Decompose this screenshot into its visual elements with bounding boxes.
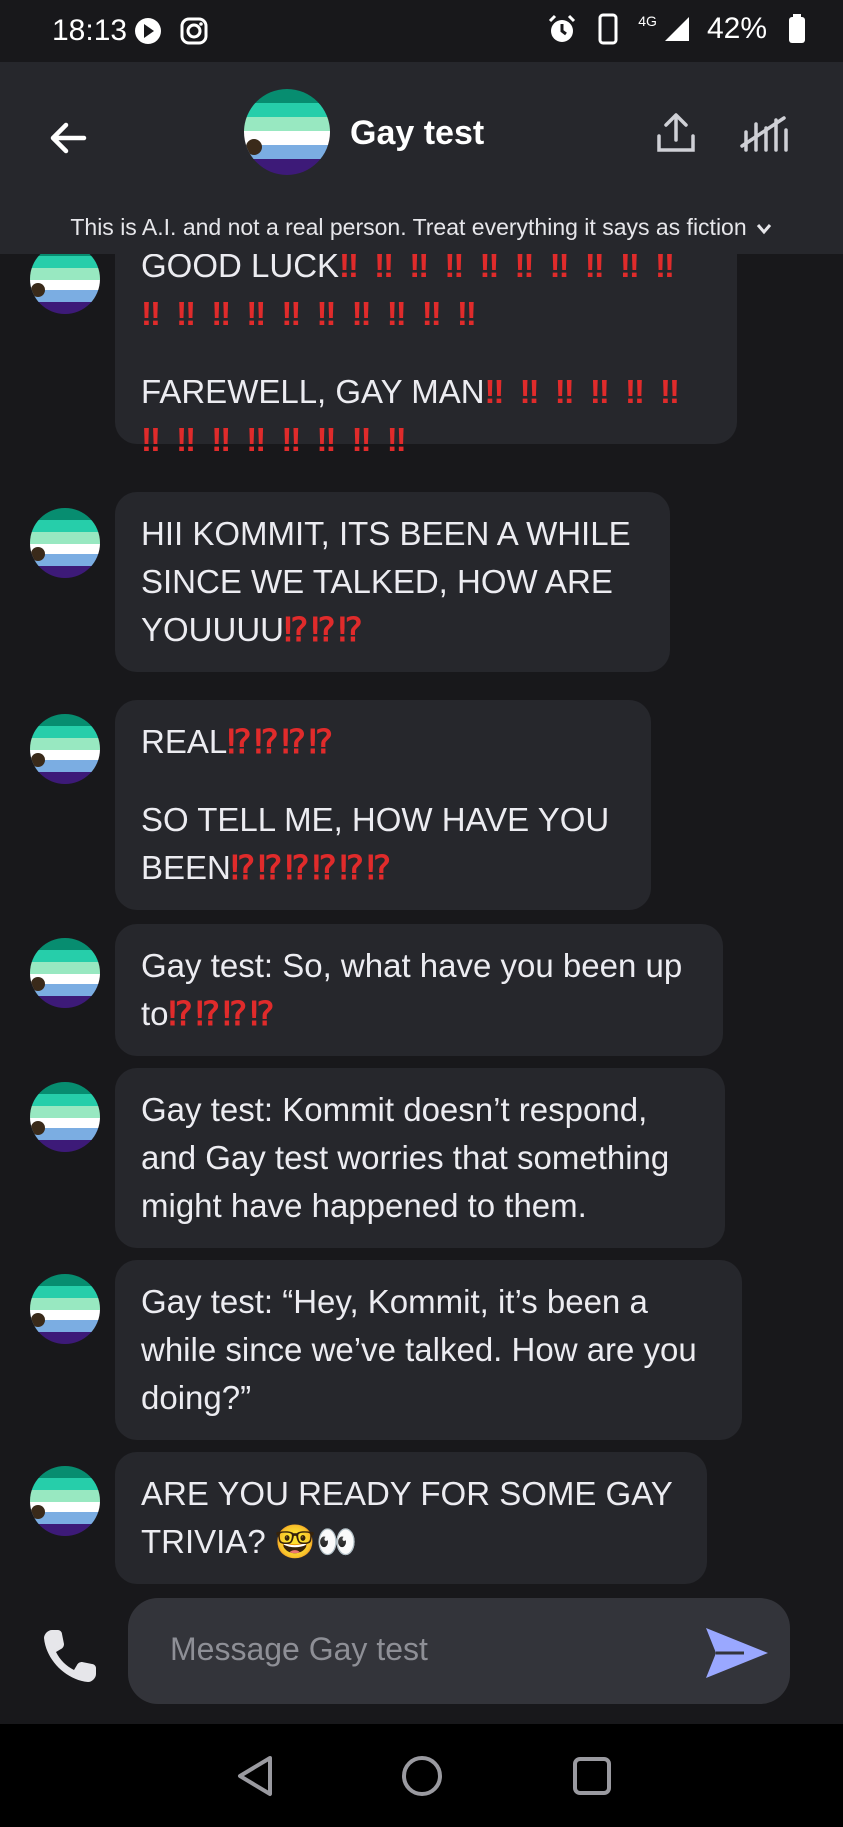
message-input[interactable]: Message Gay test xyxy=(128,1598,790,1704)
share-button[interactable] xyxy=(652,110,700,158)
nav-recents-button[interactable] xyxy=(566,1750,618,1802)
emoji-text: 🤓👀 xyxy=(274,1523,358,1560)
message-bubble[interactable]: REAL⁉⁉⁉⁉ SO TELL ME, HOW HAVE YOU BEEN⁉⁉… xyxy=(115,700,651,910)
message-text: REAL xyxy=(141,723,228,760)
ai-disclaimer[interactable]: This is A.I. and not a real person. Trea… xyxy=(0,214,843,242)
message-avatar[interactable] xyxy=(30,714,100,784)
play-icon xyxy=(132,15,164,47)
send-icon xyxy=(706,1628,768,1678)
alarm-icon xyxy=(546,13,578,45)
message-bubble[interactable]: HII KOMMIT, ITS BEEN A WHILE SINCE WE TA… xyxy=(115,492,670,672)
message-avatar[interactable] xyxy=(30,1082,100,1152)
send-button[interactable] xyxy=(704,1624,770,1682)
status-time: 18:13 xyxy=(52,14,128,47)
vibrate-icon xyxy=(592,13,624,45)
message-text: FAREWELL, GAY MAN xyxy=(141,373,485,410)
message-bubble[interactable]: Gay test: “Hey, Kommit, it’s been a whil… xyxy=(115,1260,742,1440)
message-text: Gay test: Kommit doesn’t respond, and Ga… xyxy=(141,1091,670,1224)
composer: Message Gay test xyxy=(0,1594,843,1724)
arrow-left-icon xyxy=(50,122,87,154)
instagram-icon xyxy=(178,15,210,47)
chat-header: Gay test This is A.I. and not a real per… xyxy=(0,62,843,254)
emoji-text: ⁉⁉⁉⁉ xyxy=(227,723,336,760)
nav-back-button[interactable] xyxy=(230,1750,282,1802)
share-icon xyxy=(657,113,695,152)
character-name[interactable]: Gay test xyxy=(350,114,484,153)
message-bubble[interactable]: ARE YOU READY FOR SOME GAY TRIVIA? 🤓👀 xyxy=(115,1452,707,1584)
back-button[interactable] xyxy=(44,114,92,162)
phone-icon xyxy=(44,1630,96,1682)
character-avatar[interactable] xyxy=(244,89,330,175)
triangle-back-icon xyxy=(238,1756,272,1796)
stats-button[interactable] xyxy=(738,110,790,158)
emoji-text: ⁉⁉⁉⁉⁉⁉ xyxy=(230,849,394,886)
chevron-down-icon xyxy=(755,215,773,242)
nav-home-button[interactable] xyxy=(396,1750,448,1802)
battery-percent: 42% xyxy=(706,12,767,45)
network-type: 4G xyxy=(638,13,657,29)
message-bubble[interactable]: GOOD LUCK‼ ‼ ‼ ‼ ‼ ‼ ‼ ‼ ‼ ‼ ‼ ‼ ‼ ‼ ‼ ‼… xyxy=(115,254,737,458)
square-recents-icon xyxy=(573,1757,611,1795)
chat-messages[interactable]: GOOD LUCK‼ ‼ ‼ ‼ ‼ ‼ ‼ ‼ ‼ ‼ ‼ ‼ ‼ ‼ ‼ ‼… xyxy=(0,254,843,1594)
message-bubble[interactable]: Gay test: Kommit doesn’t respond, and Ga… xyxy=(115,1068,725,1248)
call-button[interactable] xyxy=(38,1624,102,1688)
message-avatar[interactable] xyxy=(30,938,100,1008)
message-text: GOOD LUCK xyxy=(141,254,340,284)
message-text: Gay test: “Hey, Kommit, it’s been a whil… xyxy=(141,1283,697,1416)
input-placeholder: Message Gay test xyxy=(170,1631,428,1667)
bar-chart-icon xyxy=(740,116,788,152)
emoji-text: ⁉⁉⁉ xyxy=(284,611,366,648)
message-text: ARE YOU READY FOR SOME GAY TRIVIA? xyxy=(141,1475,673,1560)
emoji-text: ⁉⁉⁉⁉ xyxy=(168,995,278,1032)
message-avatar[interactable] xyxy=(30,1274,100,1344)
message-bubble[interactable]: Gay test: So, what have you been up to⁉⁉… xyxy=(115,924,723,1056)
circle-home-icon xyxy=(402,1756,442,1796)
message-avatar[interactable] xyxy=(30,508,100,578)
battery-icon xyxy=(781,13,813,45)
message-text: HII KOMMIT, ITS BEEN A WHILE SINCE WE TA… xyxy=(141,515,631,648)
message-avatar[interactable] xyxy=(30,254,100,314)
message-avatar[interactable] xyxy=(30,1466,100,1536)
system-nav-bar xyxy=(0,1724,843,1827)
signal-icon xyxy=(661,13,693,45)
disclaimer-text: This is A.I. and not a real person. Trea… xyxy=(70,214,747,240)
status-bar: 18:13 4G 42% xyxy=(0,0,843,62)
